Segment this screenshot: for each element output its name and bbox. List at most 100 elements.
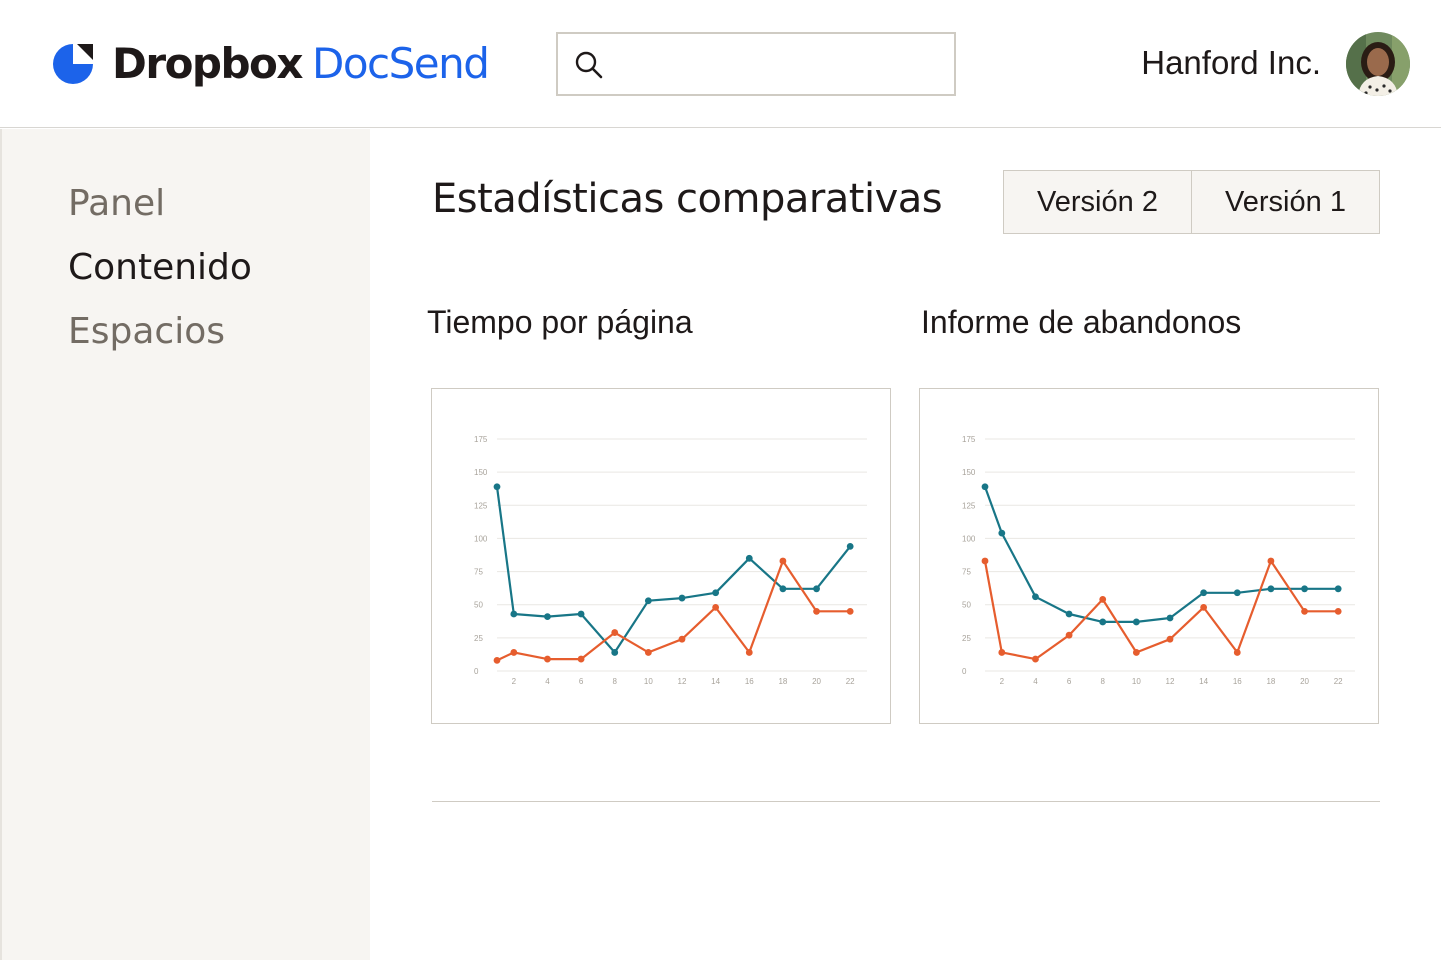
x-tick-label: 10 bbox=[644, 677, 653, 686]
y-tick-label: 125 bbox=[474, 501, 488, 510]
series-line-1 bbox=[983, 559, 1339, 661]
data-point bbox=[678, 594, 686, 602]
x-tick-label: 20 bbox=[1300, 677, 1309, 686]
x-tick-label: 16 bbox=[745, 677, 754, 686]
sidebar-item-contenido[interactable]: Contenido bbox=[68, 246, 252, 290]
data-point bbox=[611, 629, 619, 636]
brand-name-docsend: DocSend bbox=[312, 39, 490, 88]
data-point bbox=[1132, 618, 1140, 626]
data-point bbox=[1233, 649, 1241, 656]
y-tick-label: 175 bbox=[962, 435, 976, 444]
x-tick-label: 8 bbox=[1101, 677, 1106, 686]
x-tick-label: 14 bbox=[711, 677, 720, 686]
x-tick-label: 8 bbox=[613, 677, 618, 686]
data-point bbox=[544, 613, 551, 621]
x-tick-label: 4 bbox=[545, 677, 550, 686]
data-point bbox=[1099, 596, 1107, 603]
sidebar: Panel Contenido Espacios bbox=[0, 129, 370, 960]
data-point bbox=[745, 649, 753, 656]
avatar[interactable] bbox=[1346, 32, 1410, 96]
data-point bbox=[1267, 557, 1275, 565]
chart-tiempo-por-pagina: 0 25 50 75 100 125 150 175 2 4 6 8 10 12 14 16 18 20 22 bbox=[431, 388, 891, 724]
data-point bbox=[1132, 649, 1140, 656]
y-tick-label: 0 bbox=[962, 667, 967, 676]
data-point bbox=[1065, 631, 1073, 639]
y-tick-label: 0 bbox=[474, 667, 479, 676]
docsend-logo-icon bbox=[53, 44, 93, 84]
series-line-0 bbox=[495, 486, 852, 654]
data-point bbox=[1032, 593, 1039, 601]
data-point bbox=[1166, 614, 1174, 622]
data-point bbox=[577, 610, 585, 618]
x-tick-label: 12 bbox=[678, 677, 687, 686]
x-tick-label: 16 bbox=[1233, 677, 1242, 686]
data-point bbox=[813, 585, 820, 593]
x-tick-label: 18 bbox=[1266, 677, 1275, 686]
data-point bbox=[1334, 607, 1342, 615]
data-point bbox=[544, 655, 551, 663]
data-point bbox=[577, 655, 585, 663]
data-point bbox=[712, 603, 720, 611]
y-tick-label: 50 bbox=[962, 601, 971, 610]
x-tick-label: 2 bbox=[512, 677, 517, 686]
x-tick-label: 14 bbox=[1199, 677, 1208, 686]
data-point bbox=[998, 649, 1006, 656]
y-tick-label: 150 bbox=[474, 468, 488, 477]
x-tick-label: 10 bbox=[1132, 677, 1141, 686]
version-2-button[interactable]: Versión 2 bbox=[1004, 171, 1191, 233]
y-tick-label: 25 bbox=[962, 634, 971, 643]
data-point bbox=[813, 607, 820, 615]
chart-title-abandonos: Informe de abandonos bbox=[921, 304, 1242, 340]
data-point bbox=[846, 607, 854, 615]
data-point bbox=[493, 483, 501, 491]
series-line-0 bbox=[983, 486, 1339, 623]
y-tick-label: 100 bbox=[474, 534, 488, 543]
y-tick-label: 25 bbox=[474, 634, 483, 643]
chart-title-tiempo: Tiempo por página bbox=[427, 304, 693, 340]
x-tick-label: 2 bbox=[1000, 677, 1005, 686]
y-tick-label: 125 bbox=[962, 501, 976, 510]
data-point bbox=[611, 649, 619, 656]
version-toggle: Versión 2 Versión 1 bbox=[1003, 170, 1380, 234]
x-tick-label: 6 bbox=[579, 677, 584, 686]
search-box[interactable] bbox=[556, 32, 956, 96]
data-point bbox=[779, 557, 787, 565]
brand-logo[interactable]: Dropbox DocSend bbox=[52, 39, 490, 88]
sidebar-item-panel[interactable]: Panel bbox=[68, 182, 165, 226]
x-tick-label: 4 bbox=[1033, 677, 1038, 686]
data-point bbox=[1166, 635, 1174, 643]
chart-informe-abandonos: 0 25 50 75 100 125 150 175 2 4 6 8 10 12 14 16 18 20 22 bbox=[919, 388, 1379, 724]
y-tick-label: 175 bbox=[474, 435, 488, 444]
data-point bbox=[1301, 607, 1308, 615]
search-input[interactable] bbox=[614, 42, 944, 86]
x-tick-label: 22 bbox=[1334, 677, 1343, 686]
data-point bbox=[493, 656, 501, 664]
brand-name-dropbox: Dropbox bbox=[112, 39, 304, 88]
data-point bbox=[1065, 610, 1073, 618]
data-point bbox=[1200, 603, 1208, 611]
y-tick-label: 50 bbox=[474, 601, 483, 610]
data-point bbox=[1099, 618, 1107, 626]
data-point bbox=[981, 557, 989, 565]
data-point bbox=[1267, 585, 1275, 593]
x-tick-label: 20 bbox=[812, 677, 821, 686]
data-point bbox=[510, 610, 518, 618]
page-title: Estadísticas comparativas bbox=[432, 176, 943, 222]
divider bbox=[432, 801, 1380, 802]
data-point bbox=[998, 529, 1006, 537]
x-tick-label: 6 bbox=[1067, 677, 1072, 686]
line-chart: 0 25 50 75 100 125 150 175 2 4 6 8 10 12 14 16 18 20 22 bbox=[474, 435, 867, 686]
data-point bbox=[779, 585, 787, 593]
y-tick-label: 75 bbox=[962, 568, 971, 577]
sidebar-item-espacios[interactable]: Espacios bbox=[68, 310, 225, 354]
version-1-button[interactable]: Versión 1 bbox=[1191, 171, 1379, 233]
data-point bbox=[981, 483, 989, 491]
data-point bbox=[712, 589, 720, 597]
line-chart: 0 25 50 75 100 125 150 175 2 4 6 8 10 12 14 16 18 20 22 bbox=[962, 435, 1355, 686]
data-point bbox=[1301, 585, 1308, 593]
data-point bbox=[644, 649, 652, 656]
account-name[interactable]: Hanford Inc. bbox=[1141, 42, 1321, 84]
data-point bbox=[644, 597, 652, 605]
y-tick-label: 150 bbox=[962, 468, 976, 477]
y-tick-label: 75 bbox=[474, 568, 483, 577]
